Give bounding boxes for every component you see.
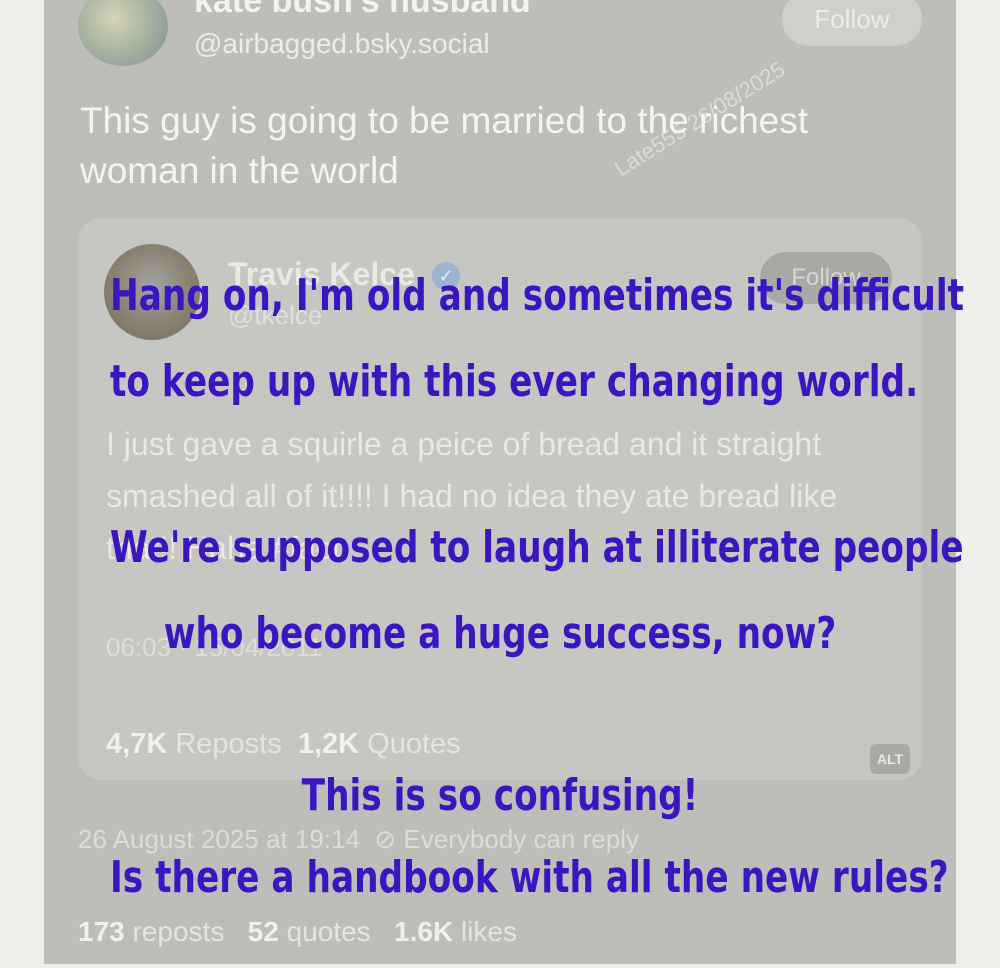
likes-count[interactable]: 1.6K [394,916,453,947]
quoted-quotes-label: Quotes [367,728,461,760]
follow-button[interactable]: Follow [782,0,922,46]
reposts-count[interactable]: 173 [78,916,125,947]
reply-setting-label[interactable]: Everybody can reply [403,824,639,854]
reposts-label[interactable]: reposts [133,916,225,947]
quoted-stats: 4,7K Reposts 1,2K Quotes [106,728,461,761]
post-timestamp: 26 August 2025 at 19:14 [78,824,360,854]
overlay-caption-line-5: This is so confusing! [301,770,699,821]
author-name[interactable]: kate bush's husband [194,0,531,21]
quoted-reposts-label: Reposts [175,728,282,760]
post-stats: 173 reposts 52 quotes 1.6K likes [78,916,517,948]
overlay-caption-line-6: Is there a handbook with all the new rul… [110,852,949,903]
quotes-label[interactable]: quotes [287,916,371,947]
post-meta: 26 August 2025 at 19:14 ⊘ Everybody can … [78,824,639,855]
overlay-caption-line-1: Hang on, I'm old and sometimes it's diff… [110,270,965,321]
reply-setting-icon: ⊘ [374,824,397,854]
quoted-quotes-count: 1,2K [297,728,360,760]
quotes-count[interactable]: 52 [248,916,279,947]
likes-label[interactable]: likes [461,916,517,947]
quoted-reposts-count: 4,7K [106,728,168,760]
author-handle[interactable]: @airbagged.bsky.social [194,28,490,60]
overlay-caption-line-4: who become a huge success, now? [163,608,837,659]
overlay-caption-line-3: We're supposed to laugh at illiterate pe… [110,522,964,573]
overlay-caption-line-2: to keep up with this ever changing world… [110,356,919,407]
